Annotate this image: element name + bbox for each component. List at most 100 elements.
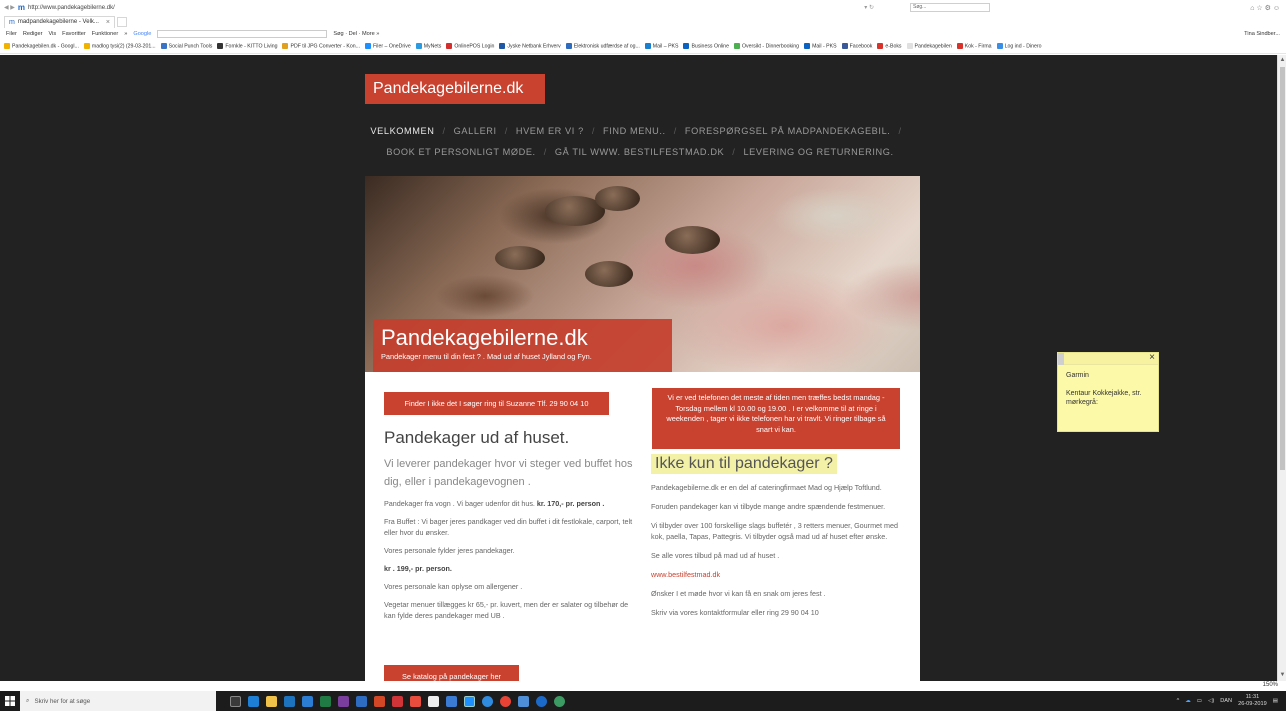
notification-icon[interactable]: ▤ bbox=[1273, 698, 1278, 704]
favorite-label: Jyske Netbank Erhverv bbox=[507, 43, 561, 50]
tab-close-icon[interactable]: × bbox=[106, 19, 110, 26]
back-forward-icon[interactable]: ◀ ▶ bbox=[4, 4, 15, 11]
network-icon[interactable]: ▭ bbox=[1197, 698, 1202, 704]
scroll-up-icon[interactable]: ▲ bbox=[1279, 57, 1286, 64]
favorite-icon bbox=[644, 43, 651, 50]
catalog-button[interactable]: Se katalog på pandekager her bbox=[384, 665, 519, 681]
favorite-item[interactable]: Mail - PKS bbox=[804, 43, 837, 50]
address-bar[interactable]: ◀ ▶ m http://www.pandekagebilerne.dk/ ▾ … bbox=[4, 3, 874, 12]
taskbar-search-input[interactable]: ⌕ Skriv her for at søge bbox=[20, 691, 216, 711]
menu-more[interactable]: » bbox=[124, 31, 127, 37]
favorite-item[interactable]: e-Boks bbox=[877, 43, 902, 50]
favorite-item[interactable]: madlog tysi(2) (29-03-201... bbox=[83, 43, 156, 50]
tray-chevron-icon[interactable]: ^ bbox=[1177, 698, 1180, 704]
page-scrollbar[interactable]: ▲ ▼ bbox=[1277, 55, 1286, 681]
clock[interactable]: 11:31 26-09-2019 bbox=[1238, 694, 1267, 708]
favorite-item[interactable]: Oversikt - Dinnerbooking bbox=[733, 43, 799, 50]
outlook-icon[interactable] bbox=[356, 695, 367, 707]
nav-find-menu[interactable]: FIND MENU.. bbox=[603, 121, 666, 142]
language-label[interactable]: DAN bbox=[1220, 698, 1232, 704]
nav-galleri[interactable]: GALLERI bbox=[454, 121, 497, 142]
scroll-down-icon[interactable]: ▼ bbox=[1279, 672, 1286, 679]
favorite-label: Fornkle - KITTO Living bbox=[225, 43, 278, 50]
nav-forespoergsel[interactable]: FORESPØRGSEL PÅ MADPANDEKAGEBIL. bbox=[685, 121, 891, 142]
menu-filer[interactable]: Filer bbox=[6, 31, 17, 37]
word-icon[interactable] bbox=[302, 695, 313, 707]
sticky-note-titlebar[interactable]: × bbox=[1058, 352, 1158, 365]
close-icon[interactable]: × bbox=[1149, 352, 1155, 363]
menu-vis[interactable]: Vis bbox=[48, 31, 56, 37]
paint-icon[interactable] bbox=[410, 695, 421, 707]
address-row: ◀ ▶ m http://www.pandekagebilerne.dk/ ▾ … bbox=[0, 0, 1286, 15]
edge-blue-icon[interactable] bbox=[536, 695, 547, 707]
phone-hours-notice: Vi er ved telefonen det meste af tiden m… bbox=[652, 388, 900, 449]
app-red-icon[interactable] bbox=[392, 695, 403, 707]
internet-explorer-icon[interactable] bbox=[464, 695, 475, 707]
favorites-bar: Pandekagebilen.dk - Googl... madlog tysi(… bbox=[0, 40, 1286, 54]
favorite-item[interactable]: Log ind - Dinero bbox=[996, 43, 1041, 50]
menu-funktioner[interactable]: Funktioner bbox=[92, 31, 118, 37]
favorite-item[interactable]: PDF til JPG Converter - Kon... bbox=[282, 43, 360, 50]
nav-bestilfestmad[interactable]: GÅ TIL WWW. BESTILFESTMAD.DK bbox=[555, 142, 724, 163]
favorite-item[interactable]: Social Punch Tools bbox=[160, 43, 212, 50]
powerpoint-icon[interactable] bbox=[374, 695, 385, 707]
user-label[interactable]: Tina Sindber... bbox=[1244, 31, 1280, 37]
tab-favicon-icon: m bbox=[9, 18, 15, 26]
main-nav: VELKOMMEN / GALLERI / HVEM ER VI ? / FIND M… bbox=[360, 121, 920, 163]
edge-icon[interactable] bbox=[248, 695, 259, 707]
address-url[interactable]: http://www.pandekagebilerne.dk/ bbox=[28, 5, 115, 11]
app-green-icon[interactable] bbox=[554, 695, 565, 707]
bestilfestmad-link[interactable]: www.bestilfestmad.dk bbox=[651, 569, 906, 580]
toolbar-icons[interactable]: ⌂ ☆ ⚙ ☺ bbox=[1250, 4, 1280, 12]
favorite-label: Facebook bbox=[849, 43, 873, 50]
nav-separator: / bbox=[504, 126, 508, 136]
nav-hvem-er-vi[interactable]: HVEM ER VI ? bbox=[516, 121, 584, 142]
toolbar-right-items[interactable]: Søg · Del · More » bbox=[333, 31, 379, 37]
volume-icon[interactable]: ◁) bbox=[1208, 698, 1214, 704]
store-icon[interactable] bbox=[284, 695, 295, 707]
onedrive-icon[interactable]: ☁ bbox=[1185, 698, 1191, 704]
favorite-item[interactable]: Elektronisk udfærdse af og... bbox=[565, 43, 640, 50]
menu-favoritter[interactable]: Favoritter bbox=[62, 31, 86, 37]
menu-rediger[interactable]: Rediger bbox=[23, 31, 43, 37]
browser-search-input[interactable]: Søg... bbox=[910, 3, 990, 12]
photos-icon[interactable] bbox=[446, 695, 457, 707]
zoom-level[interactable]: 150% bbox=[1263, 682, 1278, 688]
sticky-note-body[interactable]: Garmin Kentaur Kokkejakke, str. mørkegrå… bbox=[1058, 365, 1158, 413]
favorite-item[interactable]: Fornkle - KITTO Living bbox=[217, 43, 278, 50]
notepad-icon[interactable] bbox=[428, 695, 439, 707]
favorite-item[interactable]: MyNets bbox=[415, 43, 441, 50]
favorite-item[interactable]: Jyske Netbank Erhverv bbox=[499, 43, 561, 50]
favorite-item[interactable]: OnlinePOS Login bbox=[446, 43, 494, 50]
sticky-note[interactable]: × Garmin Kentaur Kokkejakke, str. mørkeg… bbox=[1057, 352, 1159, 432]
favorite-item[interactable]: Mail – PKS bbox=[644, 43, 678, 50]
nav-book-moede[interactable]: BOOK ET PERSONLIGT MØDE. bbox=[386, 142, 535, 163]
tab-row: m madpandekagebilerne - Velk... × bbox=[0, 15, 127, 28]
favorite-item[interactable]: Kok - Firma bbox=[956, 43, 992, 50]
skype-icon[interactable] bbox=[482, 695, 493, 707]
google-search-input[interactable] bbox=[157, 30, 328, 38]
nav-velkommen[interactable]: VELKOMMEN bbox=[370, 121, 434, 142]
onenote-icon[interactable] bbox=[338, 695, 349, 707]
new-tab-button[interactable] bbox=[117, 16, 127, 27]
scrollbar-thumb[interactable] bbox=[1280, 67, 1285, 470]
favorite-item[interactable]: Business Online bbox=[683, 43, 729, 50]
refresh-icon[interactable]: ▾ ↻ bbox=[864, 4, 874, 11]
publisher-icon[interactable] bbox=[518, 695, 529, 707]
call-suzanne-button[interactable]: Finder I ikke det I søger ring til Suzan… bbox=[384, 392, 609, 415]
excel-icon[interactable] bbox=[320, 695, 331, 707]
windows-start-icon[interactable] bbox=[0, 691, 20, 711]
favorite-item[interactable]: Pandekagebilen bbox=[906, 43, 952, 50]
favorite-item[interactable]: Pandekagebilen.dk - Googl... bbox=[4, 43, 79, 50]
browser-tab[interactable]: m madpandekagebilerne - Velk... × bbox=[4, 15, 115, 28]
favorite-item[interactable]: Filer – OneDrive bbox=[364, 43, 411, 50]
task-view-icon[interactable] bbox=[230, 695, 241, 707]
chrome-icon[interactable] bbox=[500, 695, 511, 707]
sticky-grip[interactable] bbox=[1058, 353, 1064, 365]
file-explorer-icon[interactable] bbox=[266, 695, 277, 707]
favorite-icon bbox=[683, 43, 690, 50]
site-logo[interactable]: Pandekagebilerne.dk bbox=[365, 74, 545, 104]
favorite-item[interactable]: Facebook bbox=[841, 43, 873, 50]
favorite-icon bbox=[804, 43, 811, 50]
nav-levering[interactable]: LEVERING OG RETURNERING. bbox=[743, 142, 893, 163]
